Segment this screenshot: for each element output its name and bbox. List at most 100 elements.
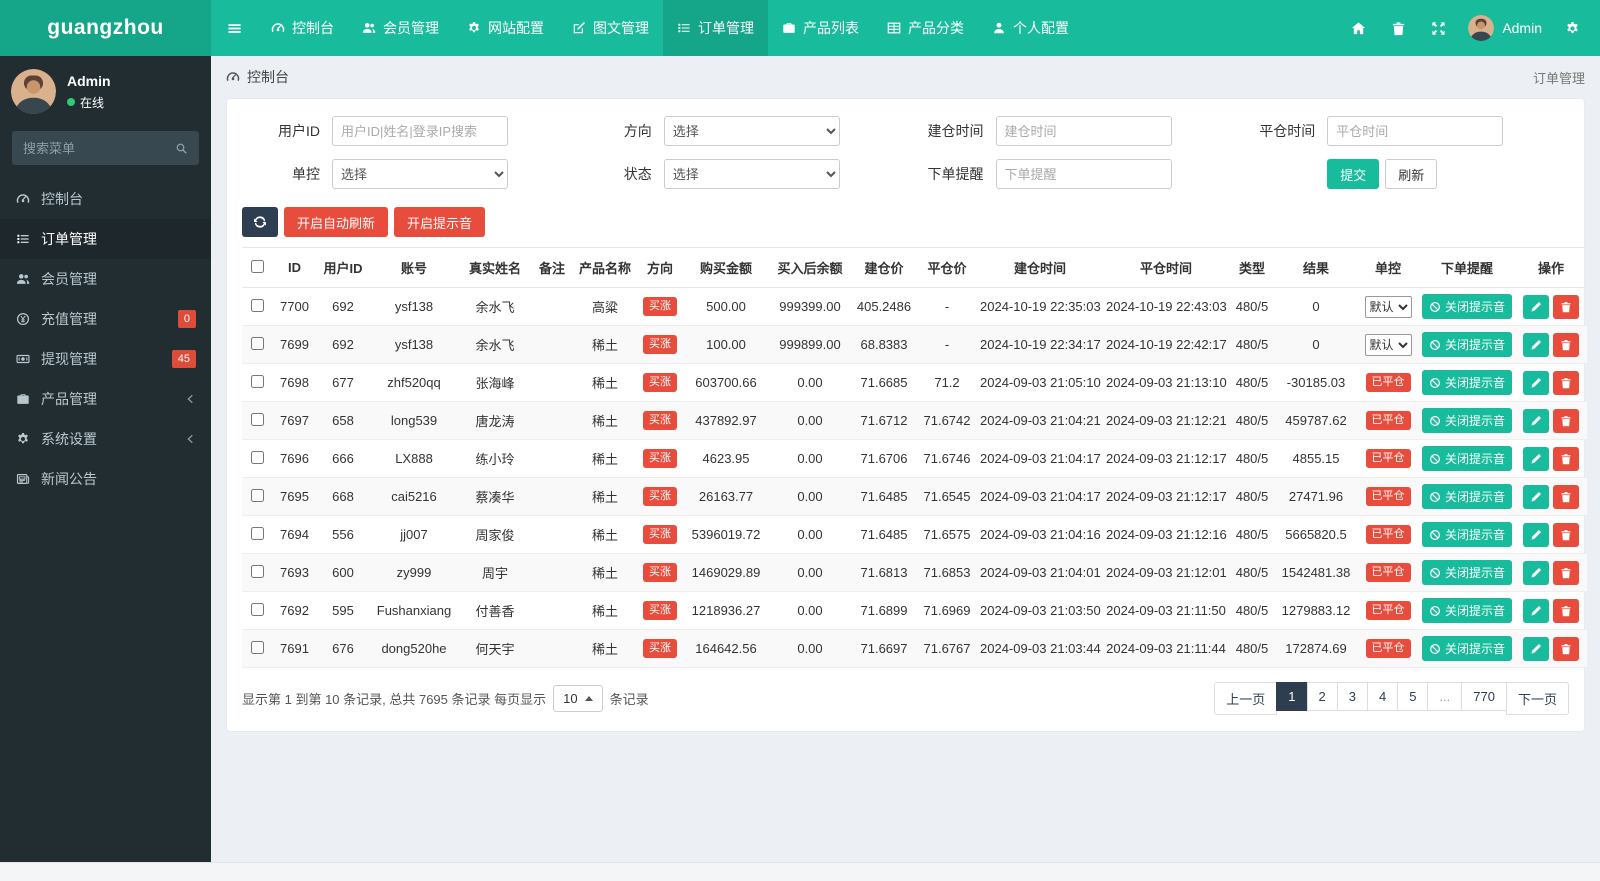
edit-button[interactable]: [1523, 294, 1549, 319]
column-header[interactable]: 备注: [531, 247, 573, 288]
delete-button[interactable]: [1553, 370, 1579, 395]
delete-button[interactable]: [1553, 408, 1579, 433]
page-button[interactable]: 2: [1306, 682, 1338, 711]
control-filter-select[interactable]: 选择: [332, 159, 508, 189]
page-size-select[interactable]: 10: [553, 685, 603, 712]
row-checkbox[interactable]: [250, 412, 264, 426]
column-header[interactable]: 真实姓名: [459, 247, 531, 288]
bottom-scrollbar-track[interactable]: [0, 862, 1600, 881]
nav-item-site-config[interactable]: 网站配置: [453, 0, 558, 56]
delete-button[interactable]: [1553, 332, 1579, 357]
row-checkbox[interactable]: [250, 298, 264, 312]
column-header[interactable]: 类型: [1229, 247, 1275, 288]
row-checkbox[interactable]: [250, 450, 264, 464]
sidebar-item-settings[interactable]: 系统设置: [0, 419, 211, 459]
delete-button[interactable]: [1553, 294, 1579, 319]
close-sound-button[interactable]: 关闭提示音: [1422, 560, 1513, 585]
close-sound-button[interactable]: 关闭提示音: [1422, 522, 1513, 547]
row-checkbox[interactable]: [250, 488, 264, 502]
settings-button[interactable]: [1552, 0, 1592, 56]
column-header[interactable]: 购买金额: [683, 247, 769, 288]
close-sound-button[interactable]: 关闭提示音: [1422, 294, 1513, 319]
page-button[interactable]: 4: [1366, 682, 1399, 711]
open-time-filter-input[interactable]: [995, 116, 1172, 146]
edit-button[interactable]: [1523, 446, 1549, 471]
row-checkbox[interactable]: [250, 336, 264, 350]
sidebar-item-console[interactable]: 控制台: [0, 179, 211, 219]
close-sound-button[interactable]: 关闭提示音: [1422, 598, 1513, 623]
edit-button[interactable]: [1523, 408, 1549, 433]
edit-button[interactable]: [1523, 560, 1549, 585]
nav-item-product-category[interactable]: 产品分类: [873, 0, 978, 56]
refresh-table-button[interactable]: [242, 207, 278, 237]
edit-button[interactable]: [1523, 332, 1549, 357]
nav-item-product-list[interactable]: 产品列表: [768, 0, 873, 56]
delete-button[interactable]: [1553, 636, 1579, 661]
close-sound-button[interactable]: 关闭提示音: [1422, 636, 1513, 661]
page-button[interactable]: 上一页: [1214, 682, 1278, 715]
nav-item-content[interactable]: 图文管理: [558, 0, 663, 56]
home-button[interactable]: [1338, 0, 1378, 56]
page-button[interactable]: ...: [1427, 682, 1463, 711]
control-select[interactable]: 默认: [1364, 295, 1412, 318]
sidebar-item-withdraw[interactable]: 提现管理 45: [0, 339, 211, 379]
sidebar-item-members[interactable]: 会员管理: [0, 259, 211, 299]
row-checkbox[interactable]: [250, 564, 264, 578]
user-menu[interactable]: Admin: [1458, 0, 1552, 56]
menu-search-input[interactable]: [12, 131, 163, 165]
column-header[interactable]: 产品名称: [573, 247, 637, 288]
brand-logo[interactable]: guangzhou: [0, 0, 211, 56]
direction-filter-select[interactable]: 选择: [663, 116, 840, 146]
page-button[interactable]: 5: [1397, 682, 1429, 711]
column-header[interactable]: 平仓价: [917, 247, 977, 288]
column-header[interactable]: 平仓时间: [1103, 247, 1229, 288]
nav-item-orders[interactable]: 订单管理: [663, 0, 768, 56]
close-sound-button[interactable]: 关闭提示音: [1422, 332, 1513, 357]
row-checkbox[interactable]: [250, 602, 264, 616]
delete-button[interactable]: [1553, 446, 1579, 471]
filter-submit-button[interactable]: 提交: [1327, 159, 1380, 189]
edit-button[interactable]: [1523, 598, 1549, 623]
nav-item-members[interactable]: 会员管理: [348, 0, 453, 56]
close-sound-button[interactable]: 关闭提示音: [1422, 484, 1513, 509]
sound-toggle-button[interactable]: 开启提示音: [394, 207, 486, 237]
sidebar-item-orders[interactable]: 订单管理: [0, 219, 211, 259]
column-header[interactable]: 建仓价: [851, 247, 917, 288]
column-header[interactable]: 方向: [637, 247, 683, 288]
column-header[interactable]: 建仓时间: [977, 247, 1103, 288]
row-checkbox[interactable]: [250, 640, 264, 654]
edit-button[interactable]: [1523, 522, 1549, 547]
close-sound-button[interactable]: 关闭提示音: [1422, 446, 1513, 471]
column-header[interactable]: 结果: [1275, 247, 1357, 288]
delete-button[interactable]: [1553, 484, 1579, 509]
nav-item-console[interactable]: 控制台: [257, 0, 348, 56]
close-time-filter-input[interactable]: [1327, 116, 1504, 146]
delete-button[interactable]: [1553, 598, 1579, 623]
page-button[interactable]: 下一页: [1505, 682, 1569, 715]
auto-refresh-button[interactable]: 开启自动刷新: [284, 207, 389, 237]
select-all-checkbox[interactable]: [250, 259, 264, 273]
column-header[interactable]: 账号: [369, 247, 459, 288]
fullscreen-button[interactable]: [1418, 0, 1458, 56]
page-button[interactable]: 770: [1461, 682, 1507, 711]
column-header[interactable]: 下单提醒: [1419, 247, 1515, 288]
column-header[interactable]: 操作: [1515, 247, 1587, 288]
menu-search-button[interactable]: [163, 131, 199, 165]
edit-button[interactable]: [1523, 370, 1549, 395]
remind-filter-input[interactable]: [995, 159, 1172, 189]
delete-button[interactable]: [1553, 522, 1579, 547]
column-header[interactable]: 单控: [1357, 247, 1419, 288]
status-filter-select[interactable]: 选择: [663, 159, 840, 189]
page-button[interactable]: 1: [1276, 682, 1308, 711]
filter-refresh-button[interactable]: 刷新: [1385, 159, 1438, 189]
sidebar-toggle-button[interactable]: [211, 0, 257, 56]
column-header[interactable]: 买入后余额: [769, 247, 851, 288]
close-sound-button[interactable]: 关闭提示音: [1422, 408, 1513, 433]
column-header[interactable]: ID: [272, 247, 317, 288]
control-select[interactable]: 默认: [1364, 333, 1412, 356]
edit-button[interactable]: [1523, 484, 1549, 509]
clear-cache-button[interactable]: [1378, 0, 1418, 56]
sidebar-item-recharge[interactable]: 充值管理 0: [0, 299, 211, 339]
column-header[interactable]: 用户ID: [317, 247, 369, 288]
row-checkbox[interactable]: [250, 374, 264, 388]
